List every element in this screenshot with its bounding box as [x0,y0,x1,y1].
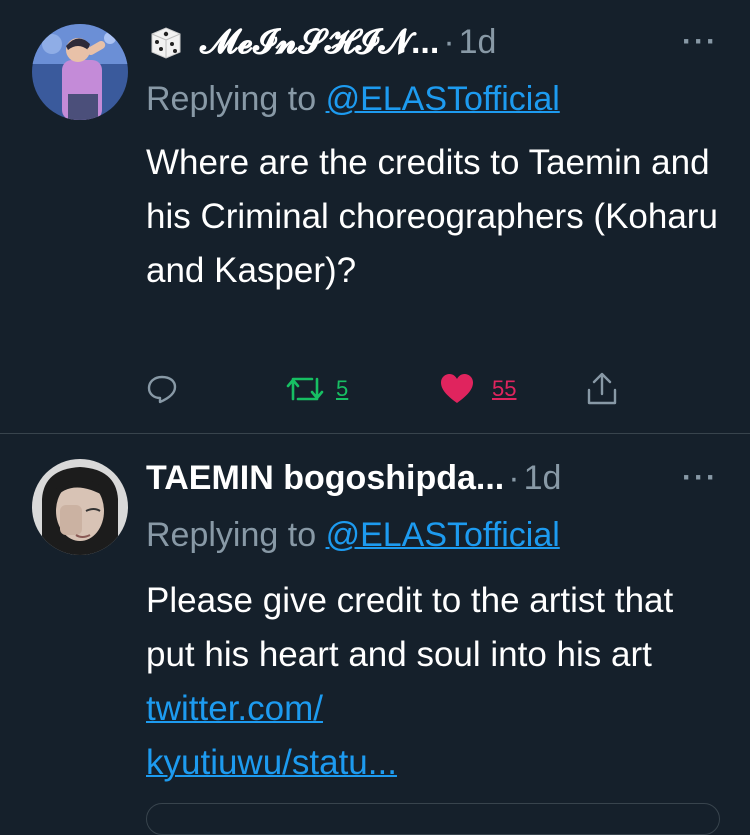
link-preview-card[interactable] [146,803,720,835]
avatar[interactable] [32,24,128,120]
reply-button[interactable] [146,367,178,411]
replying-to: Replying to @ELASTofficial [146,80,560,119]
tweet-text: Please give credit to the artist that pu… [146,574,726,790]
more-options-icon[interactable]: ··· [682,25,718,59]
heart-icon [441,374,473,403]
more-options-icon[interactable]: ··· [682,461,718,495]
tweet-link[interactable]: kyutiuwu/statu... [146,743,397,782]
share-icon [587,372,617,405]
timestamp[interactable]: · 1d [439,23,496,62]
avatar[interactable] [32,459,128,555]
tweet-header: 𝓜𝓮𝓘𝓷𝓢𝓗𝓘𝓝... · 1d ··· [146,20,750,64]
mention-link[interactable]: @ELASTofficial [326,516,560,554]
tweet-actions: 5 55 [146,367,626,411]
share-button[interactable] [586,367,618,411]
replying-to: Replying to @ELASTofficial [146,516,560,555]
tweet-text-content: Please give credit to the artist that pu… [146,581,674,674]
display-name[interactable]: TAEMIN bogoshipda... [146,459,504,498]
reply-icon [147,375,177,404]
like-count[interactable]: 55 [492,376,516,402]
tweet-header: TAEMIN bogoshipda... · 1d ··· [146,456,750,500]
display-name[interactable]: 𝓜𝓮𝓘𝓷𝓢𝓗𝓘𝓝... [200,23,439,62]
retweet-button[interactable]: 5 [286,367,348,411]
tweet-link[interactable]: twitter.com/ [146,689,323,728]
like-button[interactable]: 55 [440,367,516,411]
dice-icon [151,27,181,59]
tweet[interactable]: TAEMIN bogoshipda... · 1d ··· Replying to… [0,433,750,816]
mention-link[interactable]: @ELASTofficial [326,80,560,118]
tweet[interactable]: 𝓜𝓮𝓘𝓷𝓢𝓗𝓘𝓝... · 1d ··· Replying to @ELASTof… [0,0,750,433]
replying-to-label: Replying to [146,516,317,554]
retweet-icon [286,377,324,401]
timestamp[interactable]: · 1d [504,459,561,498]
replying-to-label: Replying to [146,80,317,118]
retweet-count[interactable]: 5 [336,376,348,402]
tweet-text: Where are the credits to Taemin and his … [146,143,718,290]
